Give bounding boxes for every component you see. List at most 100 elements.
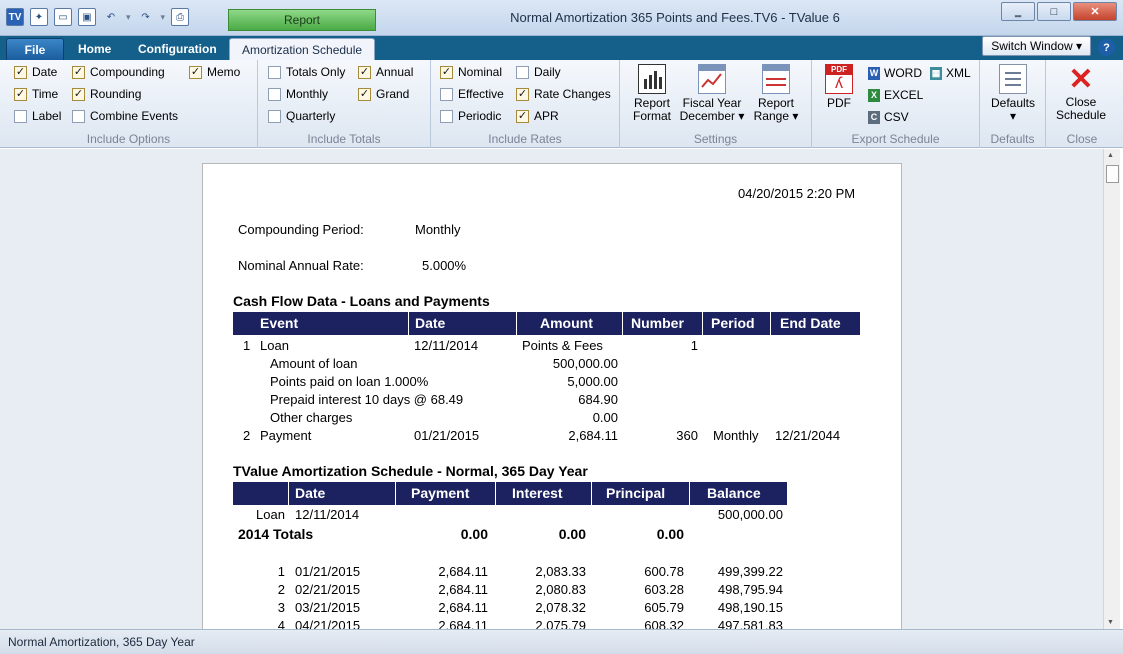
app-icon[interactable]: TV [6,8,24,26]
checkbox-daily-label: Daily [534,65,561,79]
tab-file[interactable]: File [6,38,64,60]
vertical-scrollbar[interactable]: ▲ ▼ [1103,149,1120,629]
col-date: Date [295,485,326,501]
checkbox-nominal[interactable]: ✓ Nominal [440,65,502,79]
checkbox-memo[interactable]: ✓ Memo [189,65,240,79]
defaults-button[interactable]: Defaults ▾ [988,64,1038,123]
export-excel-label: EXCEL [884,88,924,102]
export-excel-button[interactable]: X EXCEL [868,88,923,102]
checkbox-annual[interactable]: ✓ Annual [358,65,413,79]
loan-detail-label: Prepaid interest 10 days @ 68.49 [270,392,464,407]
cell-n: 1 [277,564,285,579]
export-pdf-button[interactable]: PDF ʎ PDF [822,64,856,110]
tab-configuration[interactable]: Configuration [126,38,229,60]
cell-payment: 2,684.11 [438,582,488,597]
checkbox-periodic[interactable]: Periodic [440,109,501,123]
unchecked-box-icon [440,87,453,101]
checkbox-combine-events[interactable]: Combine Events [72,109,178,123]
group-label: Include Rates [488,132,562,146]
new-icon[interactable]: ✦ [30,8,48,26]
row-count: 360 [676,428,698,443]
new-document-icon[interactable]: ▭ [54,8,72,26]
checkbox-label[interactable]: Label [14,109,61,123]
minimize-icon[interactable]: ‗ [1001,2,1035,21]
scroll-up-icon[interactable]: ▲ [1107,152,1114,159]
loan-detail-label: Other charges [270,410,353,425]
group-close: ✕ Close Schedule Close [1046,60,1118,148]
checkbox-apr[interactable]: ✓ APR [516,109,559,123]
fiscal-year-button[interactable]: Fiscal Year December ▾ [678,64,746,123]
report-format-button[interactable]: Report Format [632,64,672,123]
tab-home[interactable]: Home [66,38,123,60]
group-label: Export Schedule [851,132,940,146]
check-icon: ✓ [189,65,202,79]
checkbox-effective[interactable]: Effective [440,87,504,101]
cell-date: 01/21/2015 [295,564,361,579]
checkbox-rate-changes[interactable]: ✓ Rate Changes [516,87,611,101]
scroll-thumb[interactable] [1106,165,1119,183]
checkbox-rounding[interactable]: ✓ Rounding [72,87,141,101]
loan-detail-value: 684.90 [578,392,618,407]
context-tab-report: Report [228,9,376,31]
checkbox-time-label: Time [32,87,59,101]
nominal-rate-value: 5.000% [422,258,467,273]
export-pdf-label: PDF [827,96,851,110]
loan-detail-value: 5,000.00 [567,374,618,389]
check-icon: ✓ [72,87,85,101]
checkbox-grand[interactable]: ✓ Grand [358,87,409,101]
checkbox-totals-only[interactable]: Totals Only [268,65,345,79]
nominal-rate-label: Nominal Annual Rate: [238,258,364,273]
group-defaults: Defaults ▾ Defaults [980,60,1046,148]
row-date: 12/11/2014 [414,338,479,353]
cell-date: 02/21/2015 [295,582,361,597]
group-label: Settings [693,132,738,146]
fiscal-year-label-2: December ▾ [679,109,745,123]
checkbox-monthly[interactable]: Monthly [268,87,328,101]
report-viewer[interactable]: 04/20/2015 2:20 PM Compounding Period: M… [0,149,1103,629]
checkbox-time[interactable]: ✓ Time [14,87,58,101]
col-date: Date [415,315,446,331]
switch-window-button[interactable]: Switch Window ▾ [982,36,1091,56]
cell-payment: 2,684.11 [438,600,488,615]
redo-dropdown-icon[interactable]: ▾ [161,12,166,23]
unchecked-box-icon [268,109,281,123]
checkbox-quarterly[interactable]: Quarterly [268,109,335,123]
row-period: Monthly [713,428,759,443]
checkbox-apr-label: APR [534,109,559,123]
cell-balance: 498,795.94 [717,582,783,597]
cell-principal: 605.79 [644,600,684,615]
export-csv-button[interactable]: C CSV [868,110,909,124]
row-event: Payment [260,428,312,443]
export-xml-button[interactable]: ▦ XML [930,66,971,80]
close-schedule-button[interactable]: ✕ Close Schedule [1054,64,1108,122]
cell-interest: 2,078.32 [535,600,586,615]
xml-icon: ▦ [930,66,942,80]
calendar-chart-icon [698,64,726,94]
tab-amortization-schedule[interactable]: Amortization Schedule [229,38,376,60]
redo-icon[interactable]: ↷ [137,8,155,26]
loan-detail-value: 500,000.00 [552,356,618,371]
scroll-down-icon[interactable]: ▼ [1107,619,1114,626]
cell-balance: 499,399.22 [717,564,783,579]
checkbox-date[interactable]: ✓ Date [14,65,57,79]
check-icon: ✓ [516,87,529,101]
calendar-range-icon [762,64,790,94]
print-icon[interactable]: ⎙ [171,8,190,26]
help-icon[interactable]: ? [1098,39,1115,56]
export-word-button[interactable]: W WORD [868,66,922,80]
word-icon: W [868,66,880,80]
close-icon[interactable]: ✕ [1073,2,1117,21]
checkbox-rate-changes-label: Rate Changes [534,87,611,101]
checkbox-nominal-label: Nominal [458,65,503,79]
col-number: Number [631,315,684,331]
maximize-icon[interactable]: □ [1037,2,1071,21]
report-range-button[interactable]: Report Range ▾ [752,64,800,123]
checkbox-compounding[interactable]: ✓ Compounding [72,65,165,79]
checkbox-daily[interactable]: Daily [516,65,561,79]
loan-row-date: 12/11/2014 [295,507,360,522]
undo-dropdown-icon[interactable]: ▾ [126,12,131,23]
undo-icon[interactable]: ↶ [102,8,120,26]
loan-detail-label: Points paid on loan 1.000% [270,374,429,389]
save-icon[interactable]: ▣ [78,8,96,26]
totals-interest: 0.00 [558,526,586,542]
